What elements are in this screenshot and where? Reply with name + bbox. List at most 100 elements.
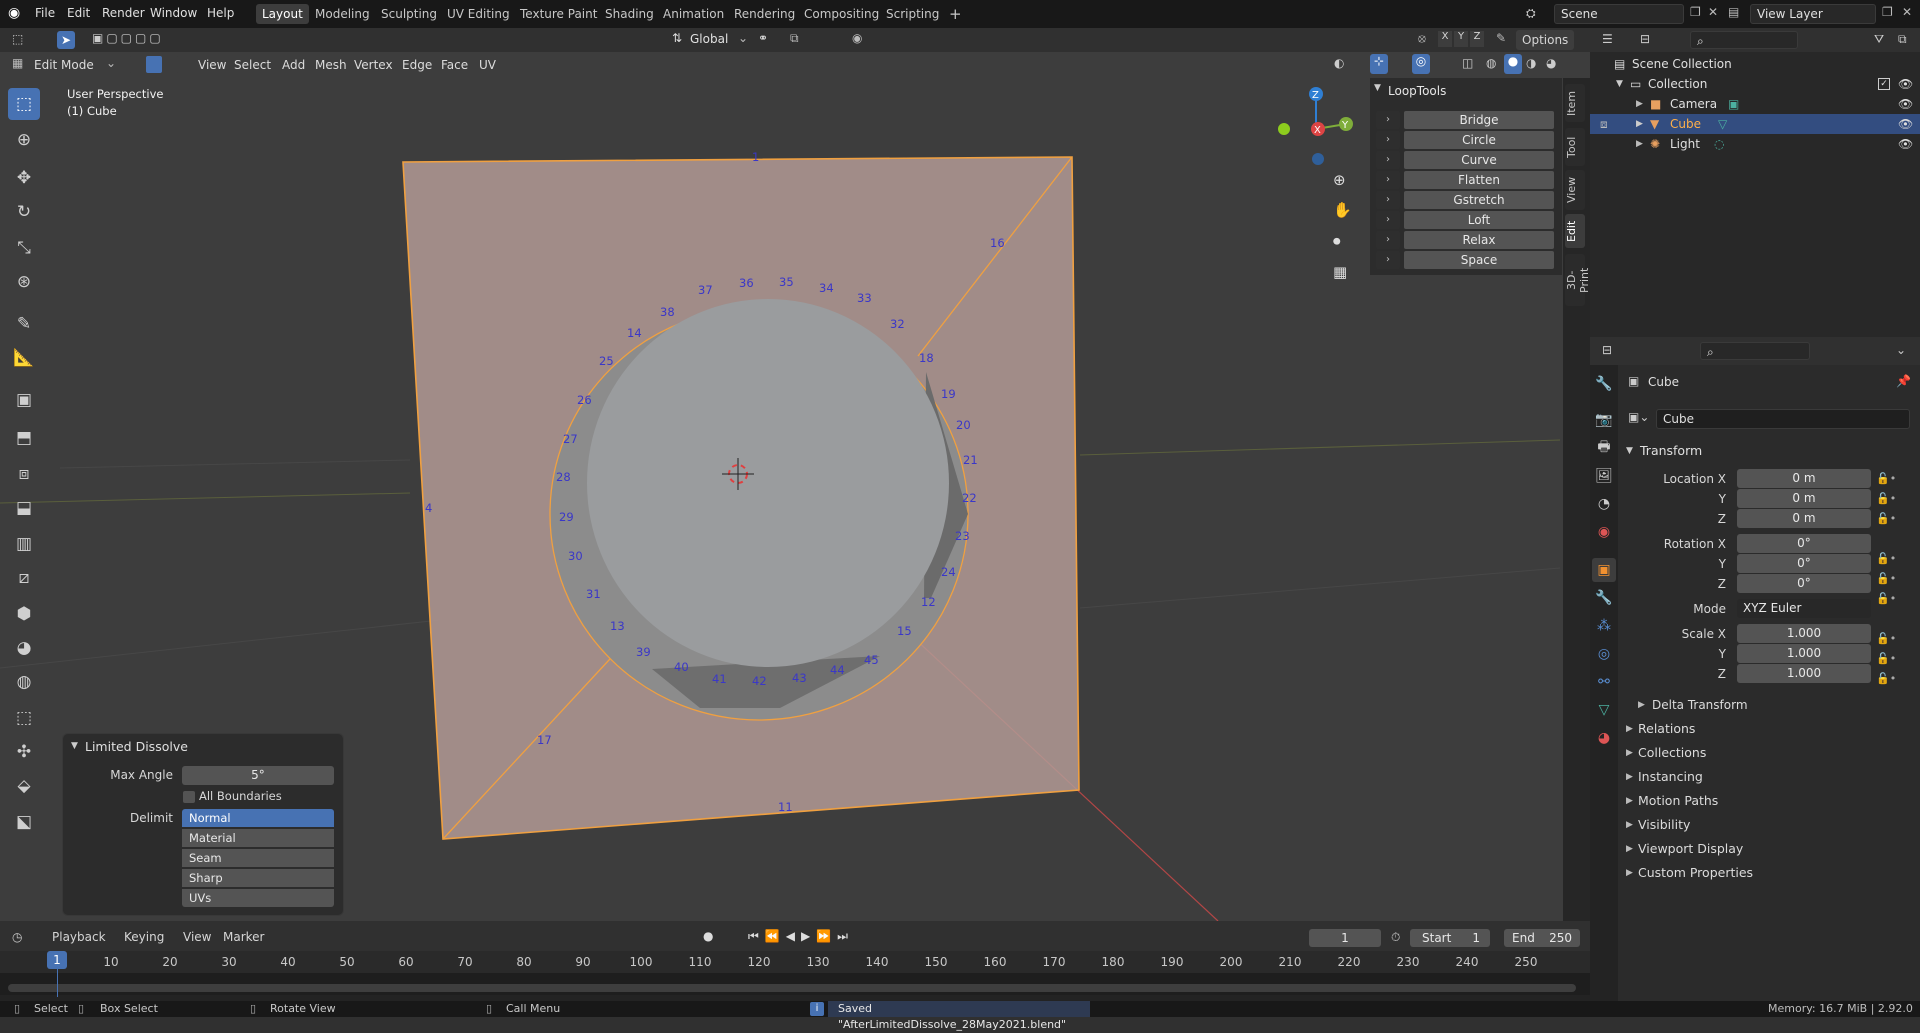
shrink-tool-icon[interactable]: ✣ xyxy=(8,736,40,768)
menu-edge[interactable]: Edge xyxy=(398,56,436,74)
timeline-editor-icon[interactable]: ◷ xyxy=(12,930,22,944)
delimit-option-material[interactable]: Material xyxy=(182,829,334,847)
pin-icon[interactable]: 📌 xyxy=(1896,374,1911,388)
solid-shading-icon[interactable]: ● xyxy=(1504,54,1522,74)
menu-playback[interactable]: Playback xyxy=(52,930,106,944)
timeline-scrollbar[interactable] xyxy=(8,984,1576,992)
pan-hand-icon[interactable]: ✋ xyxy=(1333,201,1352,219)
shear-tool-icon[interactable]: ⬙ xyxy=(8,770,40,802)
new-scene-icon[interactable]: ❐ xyxy=(1690,5,1701,19)
expand-icon[interactable]: › xyxy=(1376,251,1400,269)
particles-props-icon[interactable]: ⁂ xyxy=(1592,614,1616,638)
looptools-space-button[interactable]: Space xyxy=(1404,251,1554,269)
knife-tool-icon[interactable]: ⧄ xyxy=(8,562,40,594)
expand-chevron-icon[interactable]: ▶ xyxy=(1626,772,1633,782)
outliner-row-camera[interactable]: ▶ ■ Camera ▣ 👁 xyxy=(1590,94,1920,114)
rotation-mode-select[interactable]: XYZ Euler xyxy=(1737,599,1871,618)
display-mode-icon[interactable]: ⊟ xyxy=(1640,32,1650,46)
expand-chevron-icon[interactable]: ▶ xyxy=(1638,700,1645,710)
render-props-icon[interactable]: 📷 xyxy=(1592,408,1616,432)
menu-face[interactable]: Face xyxy=(437,56,472,74)
custom-properties-section[interactable]: Custom Properties xyxy=(1638,865,1753,880)
menu-uv[interactable]: UV xyxy=(475,56,500,74)
loop-cut-tool-icon[interactable]: ▥ xyxy=(8,528,40,560)
delimit-option-seam[interactable]: Seam xyxy=(182,849,334,867)
move-tool-icon[interactable]: ✥ xyxy=(8,162,40,194)
eye-icon[interactable]: 👁 xyxy=(1898,74,1913,94)
expand-chevron-icon[interactable]: ▶ xyxy=(1626,844,1633,854)
tab-compositing[interactable]: Compositing xyxy=(798,4,885,24)
mode-selector[interactable]: Edit Mode xyxy=(30,56,98,74)
properties-editor-icon[interactable]: ⊟ xyxy=(1602,343,1612,357)
rotate-tool-icon[interactable]: ↻ xyxy=(8,196,40,228)
outliner-row-light[interactable]: ▶ ✺ Light ◌ 👁 xyxy=(1590,134,1920,154)
outliner-row-cube[interactable]: ⧈ ▶ ▼ Cube ▽ 👁 xyxy=(1590,114,1920,134)
panel-collapse-icon[interactable]: ▼ xyxy=(1374,83,1381,93)
panel-collapse-icon[interactable]: ▼ xyxy=(71,741,78,751)
expand-chevron-icon[interactable]: ▶ xyxy=(1626,820,1633,830)
filter-icon[interactable]: ⛛ xyxy=(1874,32,1884,47)
tab-texture-paint[interactable]: Texture Paint xyxy=(514,4,603,24)
spin-tool-icon[interactable]: ◕ xyxy=(8,632,40,664)
object-props-icon[interactable]: ▣ xyxy=(1592,558,1616,582)
delimit-option-sharp[interactable]: Sharp xyxy=(182,869,334,887)
expand-icon[interactable]: › xyxy=(1376,111,1400,129)
delta-transform-section[interactable]: Delta Transform xyxy=(1652,698,1748,712)
options-dropdown[interactable]: Options xyxy=(1516,30,1575,50)
transform-tool-icon[interactable]: ⊛ xyxy=(8,266,40,298)
output-props-icon[interactable]: 🖶 xyxy=(1592,436,1616,460)
scale-x-field[interactable]: 1.000 xyxy=(1737,624,1871,643)
status-message[interactable]: Saved "AfterLimitedDissolve_28May2021.bl… xyxy=(828,1001,1090,1031)
constraints-props-icon[interactable]: ⚯ xyxy=(1592,670,1616,694)
measure-tool-icon[interactable]: 📐 xyxy=(8,342,40,374)
snap-icon[interactable]: ⧉ xyxy=(790,31,799,46)
physics-props-icon[interactable]: ◎ xyxy=(1592,642,1616,666)
expand-chevron-icon[interactable]: ▶ xyxy=(1626,724,1633,734)
menu-view[interactable]: View xyxy=(194,56,230,74)
delete-scene-icon[interactable]: ✕ xyxy=(1708,5,1718,19)
scale-y-field[interactable]: 1.000 xyxy=(1737,644,1871,663)
menu-file[interactable]: File xyxy=(35,6,55,20)
add-workspace-button[interactable]: + xyxy=(943,4,968,24)
transform-orientation-select[interactable]: Global xyxy=(690,32,728,46)
tab-modeling[interactable]: Modeling xyxy=(309,4,376,24)
select-tool-icon[interactable]: ➤ xyxy=(57,31,75,49)
edit-mode-icon[interactable]: ⧈ xyxy=(1600,114,1608,134)
outliner-row-scene-collection[interactable]: ▤ Scene Collection xyxy=(1590,54,1920,74)
sidebar-tab-3d-print[interactable]: 3D-Print xyxy=(1565,254,1591,306)
location-x-field[interactable]: 0 m xyxy=(1737,469,1871,488)
rotation-y-field[interactable]: 0° xyxy=(1737,554,1871,573)
max-angle-field[interactable]: 5° xyxy=(182,766,334,785)
grid-view-icon[interactable]: ▦ xyxy=(1333,263,1347,281)
delete-view-layer-icon[interactable]: ✕ xyxy=(1902,5,1912,19)
gizmo-toggle-icon[interactable]: ⊹ xyxy=(1370,54,1388,74)
camera-data-icon[interactable]: ▣ xyxy=(1728,94,1739,114)
rotation-z-field[interactable]: 0° xyxy=(1737,574,1871,593)
tab-sculpting[interactable]: Sculpting xyxy=(375,4,443,24)
annotate-tool-icon[interactable]: ✎ xyxy=(8,308,40,340)
all-boundaries-checkbox[interactable] xyxy=(183,791,195,803)
menu-mesh[interactable]: Mesh xyxy=(311,56,351,74)
material-props-icon[interactable]: ◕ xyxy=(1592,726,1616,750)
menu-render[interactable]: Render xyxy=(102,6,145,20)
chevron-down-icon[interactable]: ⌄ xyxy=(1896,343,1906,357)
visibility-section[interactable]: Visibility xyxy=(1638,817,1690,832)
looptools-gstretch-button[interactable]: Gstretch xyxy=(1404,191,1554,209)
edit-mesh-icon[interactable]: ✎ xyxy=(1496,31,1506,45)
playback-controls[interactable]: ⏮⏪◀▶⏩⏭ xyxy=(748,929,854,944)
preview-range-icon[interactable]: ⏱ xyxy=(1391,930,1400,945)
tab-shading[interactable]: Shading xyxy=(599,4,660,24)
collection-exclude-checkbox[interactable]: ✓ xyxy=(1878,78,1890,90)
playhead-frame-badge[interactable]: 1 xyxy=(47,951,67,969)
menu-edit[interactable]: Edit xyxy=(67,6,90,20)
new-view-layer-icon[interactable]: ❐ xyxy=(1882,5,1893,19)
expand-icon[interactable]: › xyxy=(1376,191,1400,209)
looptools-relax-button[interactable]: Relax xyxy=(1404,231,1554,249)
camera-view-icon[interactable]: ⏺ xyxy=(1333,232,1341,250)
viewport-display-section[interactable]: Viewport Display xyxy=(1638,841,1743,856)
world-props-icon[interactable]: ◉ xyxy=(1592,520,1616,544)
rendered-shading-icon[interactable]: ◕ xyxy=(1546,56,1556,70)
expand-icon[interactable]: › xyxy=(1376,131,1400,149)
auto-keying-icon[interactable]: ● xyxy=(703,929,713,943)
axis-z-toggle[interactable]: Z xyxy=(1470,31,1484,47)
